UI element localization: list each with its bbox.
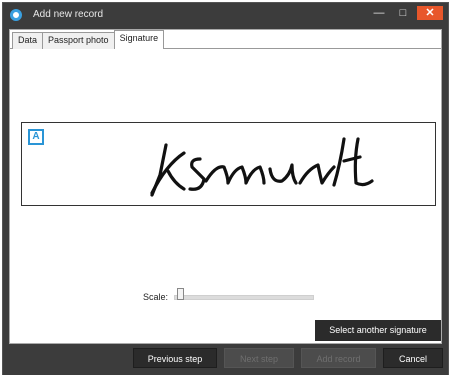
previous-step-button[interactable]: Previous step bbox=[133, 348, 217, 368]
dialog-footer: Previous step Next step Add record Cance… bbox=[3, 344, 448, 375]
add-record-dialog: Add new record — □ ✕ Data Passport photo… bbox=[2, 2, 449, 375]
tab-data[interactable]: Data bbox=[12, 32, 44, 49]
window-title: Add new record bbox=[33, 9, 104, 20]
tab-strip: Data Passport photo Signature bbox=[12, 30, 165, 49]
signature-preview: A bbox=[21, 122, 436, 206]
signature-badge: A bbox=[28, 129, 44, 145]
scale-label: Scale: bbox=[143, 292, 169, 302]
cancel-button[interactable]: Cancel bbox=[383, 348, 443, 368]
minimize-icon[interactable]: — bbox=[368, 6, 390, 20]
title-bar: Add new record — □ ✕ bbox=[3, 3, 448, 27]
signature-image bbox=[150, 137, 374, 197]
close-icon[interactable]: ✕ bbox=[417, 6, 443, 20]
app-icon bbox=[10, 9, 22, 21]
tab-passport-photo[interactable]: Passport photo bbox=[42, 32, 115, 49]
scale-slider-track[interactable] bbox=[174, 295, 314, 300]
maximize-icon[interactable]: □ bbox=[392, 6, 414, 20]
dialog-content: Data Passport photo Signature A Scale: S… bbox=[9, 29, 442, 344]
next-step-button[interactable]: Next step bbox=[224, 348, 294, 368]
tab-signature[interactable]: Signature bbox=[113, 30, 165, 49]
add-record-button[interactable]: Add record bbox=[301, 348, 376, 368]
select-another-signature-button[interactable]: Select another signature bbox=[315, 320, 441, 341]
scale-slider-thumb[interactable] bbox=[177, 288, 184, 300]
